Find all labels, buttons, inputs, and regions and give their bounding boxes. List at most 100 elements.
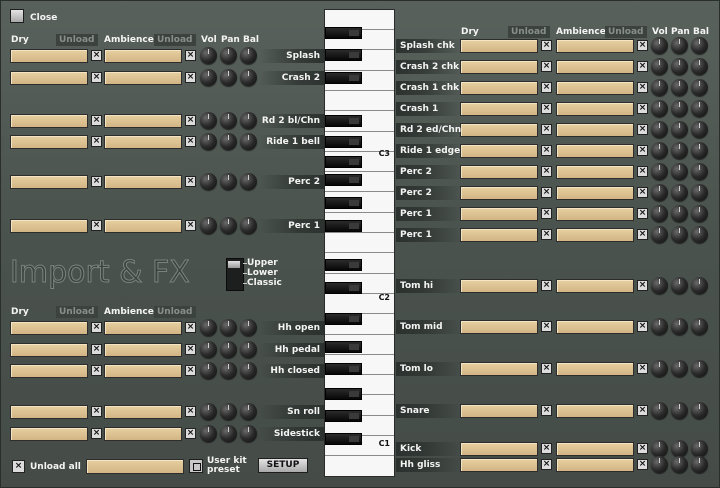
balance-knob[interactable] <box>240 173 257 190</box>
dry-unload-x-button[interactable]: × <box>541 82 552 93</box>
ambience-unload-x-button[interactable]: × <box>185 72 196 83</box>
volume-knob[interactable] <box>200 69 217 86</box>
ambience-sample-field[interactable] <box>104 343 182 357</box>
black-key[interactable] <box>325 410 362 422</box>
ambience-sample-field[interactable] <box>556 404 634 418</box>
ambience-sample-field[interactable] <box>556 228 634 242</box>
pan-knob[interactable] <box>671 163 688 180</box>
ambience-sample-field[interactable] <box>556 279 634 293</box>
pan-knob[interactable] <box>671 277 688 294</box>
balance-knob[interactable] <box>240 112 257 129</box>
pan-knob[interactable] <box>220 133 237 150</box>
pan-knob[interactable] <box>220 173 237 190</box>
dry-sample-field[interactable] <box>10 427 88 441</box>
black-key[interactable] <box>325 27 362 39</box>
ambience-unload-x-button[interactable]: × <box>185 220 196 231</box>
dry-sample-field[interactable] <box>460 320 538 334</box>
ambience-sample-field[interactable] <box>556 458 634 472</box>
black-key[interactable] <box>325 197 362 209</box>
layer-option-upper[interactable]: Upper <box>247 258 278 268</box>
ambience-sample-field[interactable] <box>104 71 182 85</box>
ambience-unload-x-button[interactable]: × <box>185 136 196 147</box>
balance-knob[interactable] <box>240 403 257 420</box>
ambience-unload-x-button[interactable]: × <box>185 176 196 187</box>
white-key[interactable] <box>325 91 394 112</box>
balance-knob[interactable] <box>240 362 257 379</box>
balance-knob[interactable] <box>240 319 257 336</box>
dry-sample-field[interactable] <box>460 207 538 221</box>
ambience-unload-x-button[interactable]: × <box>637 405 648 416</box>
ambience-unload-x-button[interactable]: × <box>637 145 648 156</box>
white-key[interactable] <box>325 233 394 254</box>
dry-unload-x-button[interactable]: × <box>541 124 552 135</box>
dry-sample-field[interactable] <box>460 458 538 472</box>
pan-knob[interactable] <box>671 58 688 75</box>
ambience-unload-x-button[interactable]: × <box>637 166 648 177</box>
ambience-sample-field[interactable] <box>104 427 182 441</box>
ambience-unload-x-button[interactable]: × <box>637 208 648 219</box>
layer-switch-handle[interactable] <box>228 261 240 268</box>
dry-unload-x-button[interactable]: × <box>541 459 552 470</box>
dry-sample-field[interactable] <box>460 362 538 376</box>
volume-knob[interactable] <box>200 217 217 234</box>
dry-unload-x-button[interactable]: × <box>541 321 552 332</box>
dry-sample-field[interactable] <box>10 71 88 85</box>
balance-knob[interactable] <box>691 100 708 117</box>
volume-knob[interactable] <box>651 277 668 294</box>
dry-sample-field[interactable] <box>10 343 88 357</box>
ambience-unload-x-button[interactable]: × <box>637 40 648 51</box>
ambience-unload-button-right[interactable]: Unload <box>605 26 647 38</box>
pan-knob[interactable] <box>671 79 688 96</box>
layer-switch[interactable] <box>226 258 244 291</box>
pan-knob[interactable] <box>220 69 237 86</box>
dry-sample-field[interactable] <box>460 102 538 116</box>
balance-knob[interactable] <box>691 37 708 54</box>
dry-unload-x-button[interactable]: × <box>91 365 102 376</box>
pan-knob[interactable] <box>671 142 688 159</box>
dry-sample-field[interactable] <box>10 364 88 378</box>
ambience-unload-x-button[interactable]: × <box>637 124 648 135</box>
ambience-sample-field[interactable] <box>104 364 182 378</box>
balance-knob[interactable] <box>691 163 708 180</box>
dry-unload-x-button[interactable]: × <box>91 322 102 333</box>
volume-knob[interactable] <box>651 226 668 243</box>
ambience-unload-x-button[interactable]: × <box>185 344 196 355</box>
balance-knob[interactable] <box>691 402 708 419</box>
balance-knob[interactable] <box>691 58 708 75</box>
dry-sample-field[interactable] <box>10 219 88 233</box>
dry-sample-field[interactable] <box>460 442 538 456</box>
ambience-sample-field[interactable] <box>556 165 634 179</box>
ambience-sample-field[interactable] <box>104 321 182 335</box>
ambience-unload-x-button[interactable]: × <box>185 115 196 126</box>
dry-unload-x-button[interactable]: × <box>541 229 552 240</box>
balance-knob[interactable] <box>240 133 257 150</box>
ambience-sample-field[interactable] <box>556 362 634 376</box>
ambience-sample-field[interactable] <box>556 144 634 158</box>
dry-unload-x-button[interactable]: × <box>91 406 102 417</box>
ambience-unload-x-button[interactable]: × <box>637 61 648 72</box>
dry-sample-field[interactable] <box>460 228 538 242</box>
balance-knob[interactable] <box>691 142 708 159</box>
pan-knob[interactable] <box>220 217 237 234</box>
dry-unload-x-button[interactable]: × <box>541 280 552 291</box>
dry-unload-x-button[interactable]: × <box>91 428 102 439</box>
pan-knob[interactable] <box>671 402 688 419</box>
black-key[interactable] <box>325 115 362 127</box>
black-key[interactable] <box>325 49 362 61</box>
ambience-sample-field[interactable] <box>104 219 182 233</box>
ambience-unload-x-button[interactable]: × <box>185 428 196 439</box>
black-key[interactable] <box>325 341 362 353</box>
volume-knob[interactable] <box>651 163 668 180</box>
balance-knob[interactable] <box>691 79 708 96</box>
black-key[interactable] <box>325 313 362 325</box>
dry-unload-x-button[interactable]: × <box>541 40 552 51</box>
ambience-unload-x-button[interactable]: × <box>637 229 648 240</box>
dry-sample-field[interactable] <box>460 81 538 95</box>
dry-sample-field[interactable] <box>460 186 538 200</box>
volume-knob[interactable] <box>200 133 217 150</box>
pan-knob[interactable] <box>671 440 688 457</box>
ambience-sample-field[interactable] <box>556 39 634 53</box>
ambience-sample-field[interactable] <box>104 49 182 63</box>
dry-unload-x-button[interactable]: × <box>541 187 552 198</box>
pan-knob[interactable] <box>671 205 688 222</box>
